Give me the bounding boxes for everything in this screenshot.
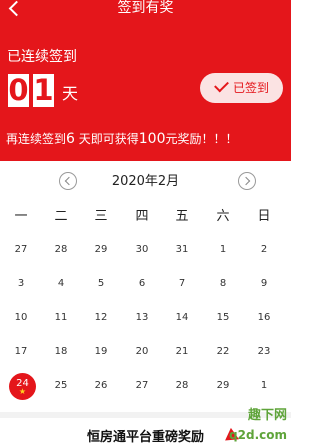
signed-in-button[interactable]: 已签到 [200,73,283,103]
reward-middle: 天即可获得 [74,132,139,146]
calendar-day[interactable]: 12 [89,312,113,324]
weekday-label: 日 [257,209,271,224]
streak-digit-tens: 0 [8,73,29,107]
calendar-day[interactable]: 29 [89,244,113,256]
calendar-day[interactable]: 28 [49,244,73,256]
streak-digit-ones: 1 [33,73,54,107]
calendar-day[interactable]: 14 [170,312,194,324]
calendar-day[interactable]: 10 [9,312,33,324]
calendar-day[interactable]: 15 [211,312,235,324]
calendar-day[interactable]: 3 [9,278,33,290]
calendar-day[interactable]: 21 [170,346,194,358]
page-title: 签到有奖 [117,0,174,16]
weekday-label: 四 [135,209,149,224]
calendar-day[interactable]: 5 [89,278,113,290]
streak-label: 已连续签到 [7,49,77,65]
check-icon [214,77,229,93]
reward-prefix: 再连续签到 [6,132,67,146]
watermark-line-1: 趣下网 [247,408,287,423]
reward-amount: 100 [138,131,166,147]
calendar-day[interactable]: 20 [130,346,154,358]
calendar-day[interactable]: 17 [9,346,33,358]
next-month-icon[interactable] [238,172,256,190]
streak-unit: 天 [62,84,79,103]
weekday-label: 五 [175,209,189,224]
calendar-day[interactable]: 28 [170,380,194,392]
calendar-day[interactable]: 2 [252,244,276,256]
calendar-day[interactable]: 29 [211,380,235,392]
calendar-day[interactable]: 27 [130,380,154,392]
calendar-day[interactable]: 19 [89,346,113,358]
reward-days: 6 [66,131,75,147]
calendar-day[interactable]: 31 [170,244,194,256]
calendar-day[interactable]: 25 [49,380,73,392]
weekday-label: 六 [216,209,230,224]
month-navigation: 2020年2月 [0,172,291,192]
calendar-day[interactable]: 11 [49,312,73,324]
sign-in-header: 签到有奖 已连续签到 0 1 天 已签到 再连续签到6 天即可获得100元奖励！… [0,0,291,161]
calendar-day[interactable]: 6 [130,278,154,290]
calendar-day[interactable]: 16 [252,312,276,324]
calendar-day[interactable]: 30 [130,244,154,256]
calendar-day[interactable]: 13 [130,312,154,324]
star-icon: ★ [18,387,27,396]
calendar-day[interactable]: 7 [170,278,194,290]
calendar-day[interactable]: 1 [211,244,235,256]
calendar-day[interactable]: 26 [89,380,113,392]
calendar-day[interactable]: 1 [252,380,276,392]
reward-message: 再连续签到6 天即可获得100元奖励！！！ [6,132,238,146]
weekday-label: 三 [94,209,108,224]
weekday-label: 二 [54,209,68,224]
calendar-day[interactable]: 22 [211,346,235,358]
calendar-day[interactable]: 18 [49,346,73,358]
signed-in-label: 已签到 [233,81,270,95]
weekday-label: 一 [14,209,28,224]
calendar-day[interactable]: 8 [211,278,235,290]
weekday-header: 一二三四五六日 [0,209,291,225]
top-bar: 签到有奖 [0,0,291,22]
calendar-day[interactable]: 23 [252,346,276,358]
calendar-day[interactable]: 27 [9,244,33,256]
watermark-line-2: q2d.com [229,428,287,442]
watermark-logo: 趣下网 q2d.com [221,404,291,448]
calendar-day[interactable]: 4 [49,278,73,290]
calendar-day[interactable]: 9 [252,278,276,290]
reward-suffix: 元奖励！！！ [165,132,238,146]
today-cell[interactable]: 24 ★ [9,373,36,400]
